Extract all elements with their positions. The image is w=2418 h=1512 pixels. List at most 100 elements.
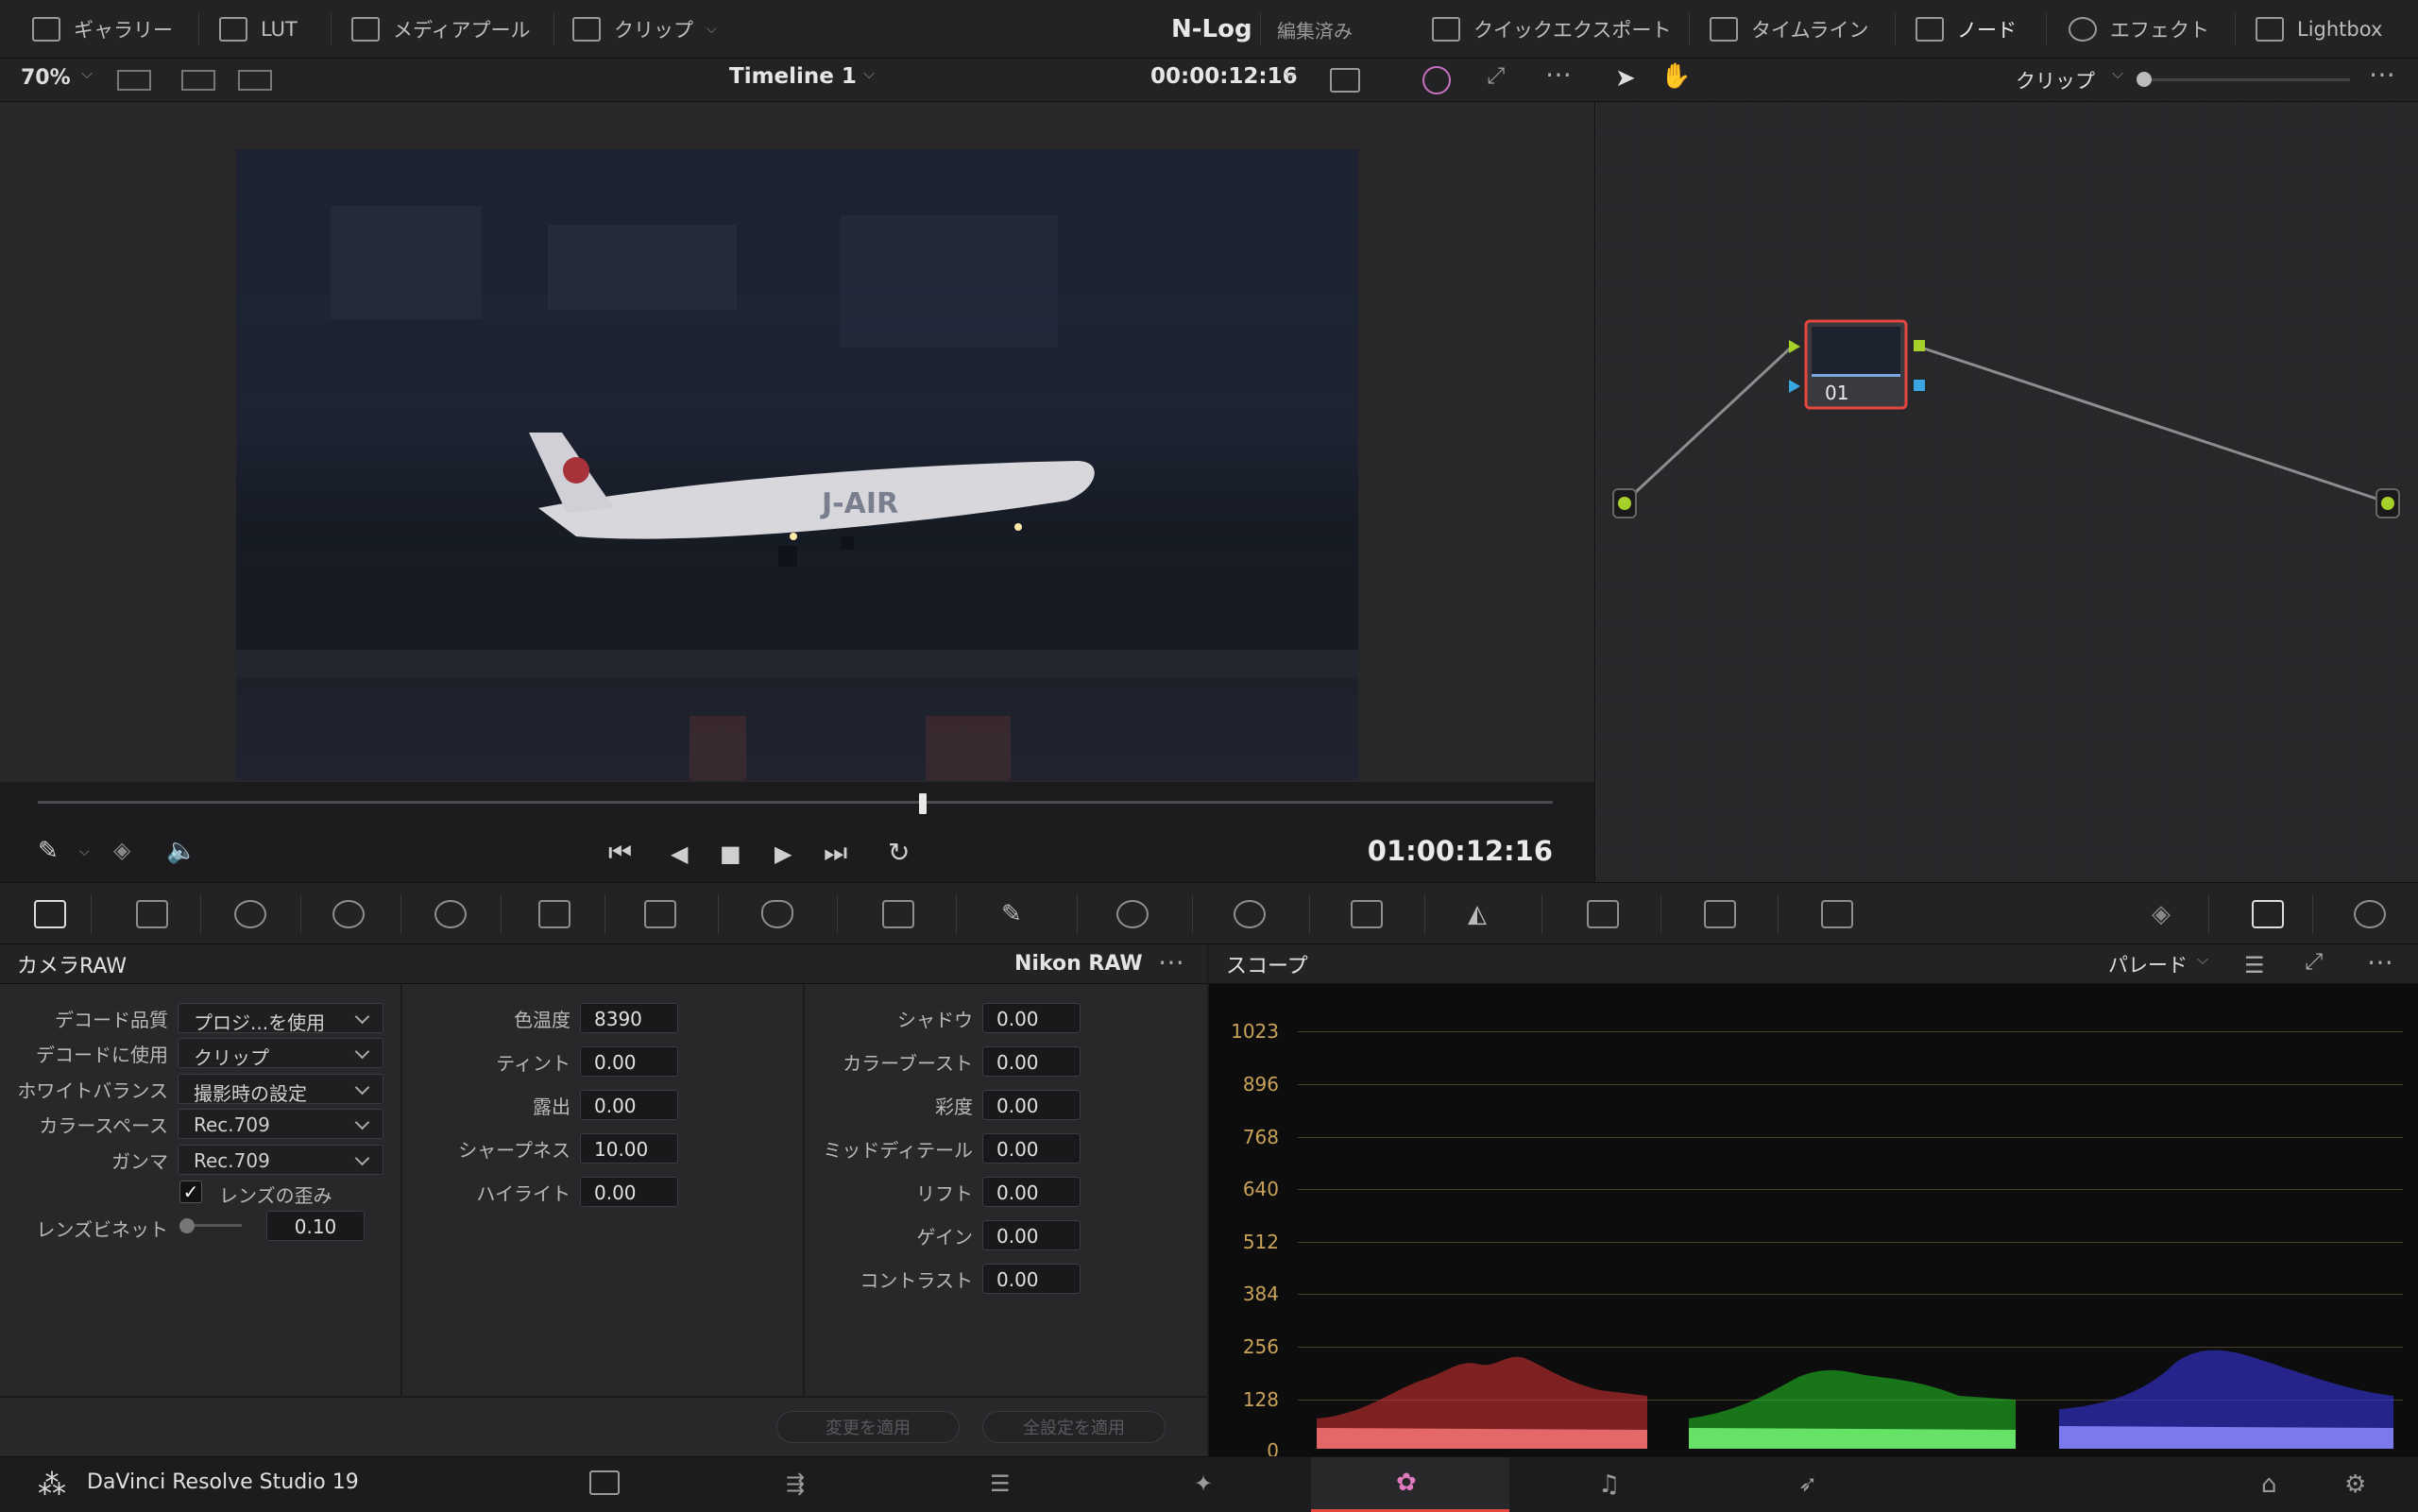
gear-icon[interactable]: ⚙ xyxy=(2344,1470,2378,1499)
primaries-icon[interactable] xyxy=(234,900,266,928)
grid-view-icon[interactable] xyxy=(181,70,215,91)
column-divider xyxy=(400,984,402,1396)
media-pool-icon xyxy=(351,17,380,42)
davinci-logo-icon: ⁂ xyxy=(38,1469,66,1502)
fullscreen-icon[interactable]: ⤢ xyxy=(2305,948,2323,975)
hdr-icon[interactable] xyxy=(332,900,365,928)
camera-raw-icon[interactable] xyxy=(34,900,66,928)
magic-mask-icon[interactable] xyxy=(1351,900,1383,928)
rgb-mixer-icon[interactable] xyxy=(434,900,467,928)
volume-icon[interactable]: 🔈 xyxy=(166,837,196,865)
midtone-detail-field[interactable]: 0.00 xyxy=(982,1133,1081,1164)
param-label: カラーブースト xyxy=(843,1052,973,1075)
color-page-icon: ✿ xyxy=(1396,1469,1417,1497)
color-match-icon[interactable] xyxy=(136,900,168,928)
color-boost-field[interactable]: 0.00 xyxy=(982,1046,1081,1077)
single-view-icon[interactable] xyxy=(117,70,151,91)
clip-button[interactable]: クリップ ⌵ xyxy=(572,0,717,59)
decode-quality-select[interactable]: プロジ...を使用 xyxy=(178,1003,383,1034)
more-options-icon[interactable]: ⋯ xyxy=(2367,946,2393,977)
more-options-icon[interactable]: ⋯ xyxy=(1158,946,1184,977)
lightbox-button[interactable]: Lightbox xyxy=(2256,0,2382,59)
hq-icon[interactable] xyxy=(1330,68,1360,93)
key-icon[interactable] xyxy=(1587,900,1619,928)
keyframes-icon[interactable]: ◈ xyxy=(2152,900,2184,928)
eyedropper-icon[interactable]: ✎ xyxy=(38,837,59,865)
param-label: 色温度 xyxy=(514,1009,570,1031)
tint-field[interactable]: 0.00 xyxy=(580,1046,678,1077)
node-graph xyxy=(1612,319,2400,518)
chevron-down-icon: ⌵ xyxy=(1285,64,1297,82)
lens-distortion-checkbox[interactable]: ✓ xyxy=(179,1181,202,1203)
saturation-field[interactable]: 0.00 xyxy=(982,1090,1081,1120)
color-temperature-field[interactable]: 8390 xyxy=(580,1003,678,1033)
blur-icon[interactable]: ◭ xyxy=(1468,900,1500,928)
timeline-name[interactable]: Timeline 1 xyxy=(729,64,857,89)
scrubber-track[interactable] xyxy=(38,801,1553,804)
shadows-field[interactable]: 0.00 xyxy=(982,1003,1081,1033)
vignette-field[interactable]: 0.10 xyxy=(266,1211,365,1241)
lut-button[interactable]: LUT xyxy=(219,0,298,59)
source-timecode[interactable]: 00:00:12:16 xyxy=(1150,64,1298,89)
color-wheel-icon[interactable] xyxy=(1422,66,1451,94)
tracker-icon[interactable] xyxy=(1234,900,1266,928)
color-warper-icon[interactable] xyxy=(761,900,793,928)
deliver-page-icon[interactable]: ➶ xyxy=(1798,1470,1832,1499)
stop-button[interactable]: ■ xyxy=(720,841,741,867)
video-frame[interactable]: J-AIR xyxy=(236,149,1358,780)
media-pool-button[interactable]: メディアプール xyxy=(351,0,531,59)
quick-export-button[interactable]: クイックエクスポート xyxy=(1432,0,1671,59)
highlights-field[interactable]: 0.00 xyxy=(580,1177,678,1207)
cut-page-icon[interactable]: ⇶ xyxy=(786,1470,820,1499)
fairlight-page-icon[interactable]: ♫ xyxy=(1598,1470,1632,1499)
home-icon[interactable]: ⌂ xyxy=(2261,1470,2295,1499)
effects-button[interactable]: エフェクト xyxy=(2069,0,2209,59)
qualifier-icon[interactable] xyxy=(882,900,914,928)
eyedropper-icon[interactable]: ✎ xyxy=(1001,900,1033,928)
reverse-play-button[interactable]: ◀ xyxy=(671,841,688,867)
layers-icon[interactable]: ◈ xyxy=(113,837,130,863)
sharpness-field[interactable]: 10.00 xyxy=(580,1133,678,1164)
color-page-tab[interactable]: ✿ xyxy=(1311,1457,1509,1512)
contrast-field[interactable]: 0.00 xyxy=(982,1264,1081,1294)
playhead[interactable] xyxy=(918,793,927,814)
more-options-icon[interactable]: ⋯ xyxy=(1545,59,1572,90)
go-to-start-button[interactable]: ⏮ xyxy=(608,837,632,869)
scope-settings-icon[interactable]: ☰ xyxy=(2244,952,2265,978)
gamma-select[interactable]: Rec.709 xyxy=(178,1145,383,1175)
lift-field[interactable]: 0.00 xyxy=(982,1177,1081,1207)
edit-page-icon[interactable]: ☰ xyxy=(990,1470,1024,1499)
node-label[interactable]: 01 xyxy=(1825,382,1848,404)
project-name: N-Log xyxy=(1171,15,1252,43)
motion-effects-icon[interactable] xyxy=(538,900,570,928)
zoom-select[interactable]: 70% xyxy=(21,66,71,90)
apply-changes-button[interactable]: 変更を適用 xyxy=(776,1411,960,1443)
loop-button[interactable]: ↻ xyxy=(888,837,910,868)
sizing-icon[interactable] xyxy=(1704,900,1736,928)
media-page-icon[interactable] xyxy=(589,1470,620,1495)
nodes-icon xyxy=(1916,17,1944,42)
scopes-icon[interactable] xyxy=(2252,900,2284,928)
info-icon[interactable] xyxy=(2354,900,2386,928)
window-icon[interactable] xyxy=(1116,900,1149,928)
white-balance-select[interactable]: 撮影時の設定 xyxy=(178,1074,383,1105)
timeline-button[interactable]: タイムライン xyxy=(1710,0,1869,59)
fusion-page-icon[interactable]: ✦ xyxy=(1194,1470,1228,1499)
apply-all-button[interactable]: 全設定を適用 xyxy=(982,1411,1166,1443)
go-to-end-button[interactable]: ⏭ xyxy=(824,837,847,869)
gallery-button[interactable]: ギャラリー xyxy=(32,0,173,59)
decode-using-select[interactable]: クリップ xyxy=(178,1038,383,1069)
fullscreen-icon[interactable]: ⤢ xyxy=(1487,62,1505,89)
scope-title: スコープ xyxy=(1226,954,1308,978)
param-label: ゲイン xyxy=(916,1226,973,1249)
scope-mode-select[interactable]: パレード xyxy=(2108,950,2188,978)
color-space-select[interactable]: Rec.709 xyxy=(178,1109,383,1139)
3d-icon[interactable] xyxy=(1821,900,1853,928)
gain-field[interactable]: 0.00 xyxy=(982,1220,1081,1250)
nodes-button[interactable]: ノード xyxy=(1916,0,2017,59)
play-button[interactable]: ▶ xyxy=(775,841,792,867)
vignette-slider-handle[interactable] xyxy=(179,1218,195,1233)
split-view-icon[interactable] xyxy=(238,70,272,91)
curves-icon[interactable] xyxy=(644,900,676,928)
exposure-field[interactable]: 0.00 xyxy=(580,1090,678,1120)
